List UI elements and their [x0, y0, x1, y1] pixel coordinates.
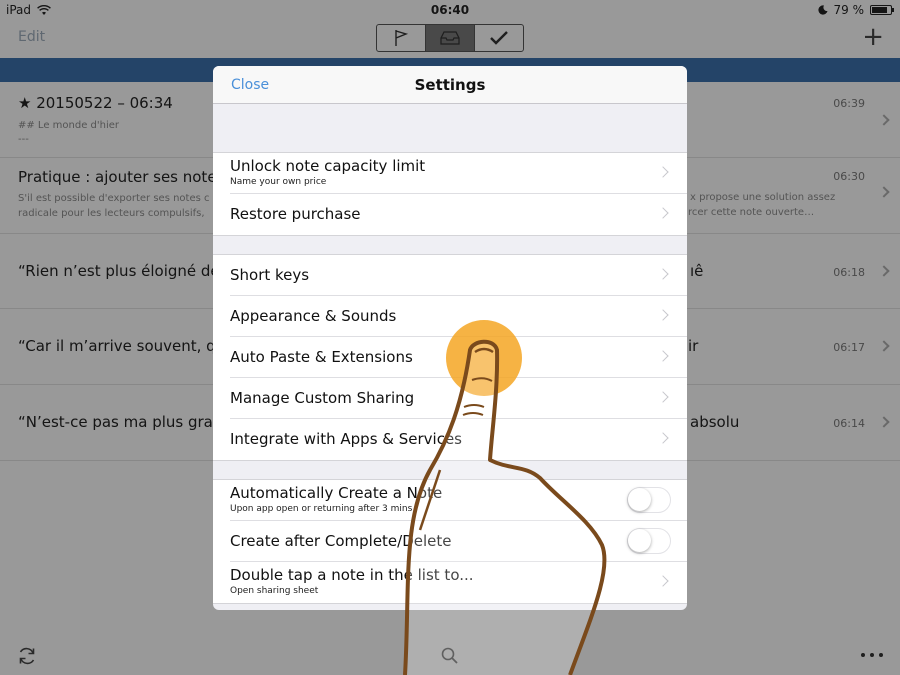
hand-gesture-overlay — [403, 320, 607, 675]
hand-pointer-icon — [403, 339, 607, 675]
